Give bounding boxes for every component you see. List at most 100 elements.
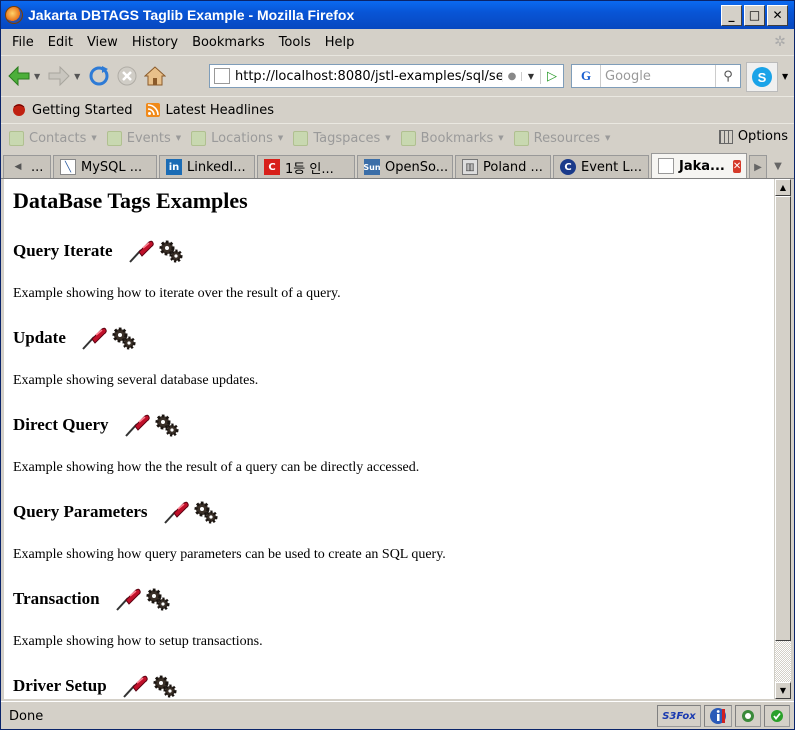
navigation-toolbar: ▼ ▼ http://localhost:8080/jstl-examples/…: [1, 56, 794, 96]
chevron-down-icon: ▼: [175, 134, 182, 142]
scroll-thumb[interactable]: [775, 196, 791, 641]
tab-label: LinkedI...: [187, 159, 246, 175]
menu-help[interactable]: Help: [318, 35, 362, 50]
back-history-dropdown[interactable]: ▼: [34, 72, 40, 81]
tab-poland[interactable]: ▥ Poland ...: [455, 155, 551, 178]
url-text[interactable]: http://localhost:8080/jstl-examples/sql/…: [235, 69, 502, 84]
url-dropdown-icon[interactable]: ▼: [521, 71, 540, 81]
info-icon[interactable]: [704, 705, 732, 727]
search-icon[interactable]: ⚲: [715, 65, 740, 87]
vertical-scrollbar[interactable]: ▲ ▼: [774, 179, 791, 699]
bookmark-getting-started[interactable]: Getting Started: [11, 102, 133, 118]
events-icon: [106, 130, 122, 146]
screwdriver-icon[interactable]: [80, 324, 108, 352]
tab-mysql[interactable]: ╲ MySQL ...: [53, 155, 157, 178]
page-icon: [214, 68, 230, 84]
skype-dropdown-icon[interactable]: ▼: [782, 72, 788, 81]
browser-window: Jakarta DBTAGS Taglib Example - Mozilla …: [0, 0, 795, 730]
menu-tools[interactable]: Tools: [272, 35, 318, 50]
addon-locations[interactable]: Locations ▼: [191, 130, 283, 146]
chevron-down-icon: ▼: [91, 134, 97, 142]
forward-button[interactable]: [46, 63, 72, 89]
bookmark-label: Latest Headlines: [165, 102, 275, 118]
addon-contacts[interactable]: Contacts ▼: [9, 130, 97, 146]
menu-edit[interactable]: Edit: [41, 35, 80, 50]
menu-file[interactable]: File: [6, 35, 41, 50]
scroll-left-icon: ◀: [14, 162, 22, 172]
tab-strip: ◀ ... ╲ MySQL ... in LinkedI... C 1등 인..…: [1, 152, 794, 179]
section-title: Transaction: [13, 589, 100, 608]
gears-icon[interactable]: [157, 238, 183, 264]
go-button[interactable]: ▷: [540, 68, 563, 84]
skype-button[interactable]: S: [746, 62, 778, 92]
gears-icon[interactable]: [144, 586, 170, 612]
section-desc: Example showing how to setup transaction…: [13, 634, 263, 649]
tab-event[interactable]: C Event L...: [553, 155, 649, 178]
section-direct-query: Direct Query: [13, 411, 179, 439]
menu-history[interactable]: History: [125, 35, 185, 50]
search-engine-icon[interactable]: G: [572, 65, 601, 87]
firefox-icon: [5, 6, 23, 24]
s3fox-icon[interactable]: S3Fox: [657, 705, 701, 727]
maximize-button[interactable]: □: [744, 4, 765, 26]
gears-icon[interactable]: [110, 325, 136, 351]
gears-icon[interactable]: [153, 412, 179, 438]
tab-opensource[interactable]: Sun OpenSo...: [357, 155, 453, 178]
menu-bar: File Edit View History Bookmarks Tools H…: [1, 29, 794, 56]
tab-korean[interactable]: C 1등 인...: [257, 155, 355, 178]
tab-jakarta[interactable]: Jaka... ✕: [651, 153, 747, 178]
addon-events[interactable]: Events ▼: [106, 130, 182, 146]
addon-toolbar: Contacts ▼ Events ▼ Locations ▼ Tagspaces ▼ …: [1, 123, 794, 152]
menu-bookmarks[interactable]: Bookmarks: [185, 35, 272, 50]
forward-history-dropdown[interactable]: ▼: [74, 72, 80, 81]
search-box[interactable]: G Google ⚲: [571, 64, 741, 88]
addon-label: Events: [126, 130, 171, 146]
close-button[interactable]: ✕: [767, 4, 788, 26]
page-title: DataBase Tags Examples: [13, 188, 248, 213]
screwdriver-icon[interactable]: [114, 585, 142, 613]
tab-linkedin[interactable]: in LinkedI...: [159, 155, 255, 178]
section-title: Driver Setup: [13, 676, 107, 695]
screwdriver-icon[interactable]: [123, 411, 151, 439]
tab-close-icon[interactable]: ✕: [732, 159, 742, 173]
skype-icon: S: [752, 67, 772, 87]
screwdriver-icon[interactable]: [127, 237, 155, 265]
status-text: Done: [9, 708, 44, 724]
bookmark-star-icon[interactable]: ●: [502, 70, 521, 82]
bookmark-label: Getting Started: [32, 102, 133, 118]
tagspaces-icon: [293, 130, 309, 146]
bookmark-latest-headlines[interactable]: Latest Headlines: [145, 102, 275, 118]
page-icon: [658, 158, 674, 174]
options-button[interactable]: Options: [718, 129, 788, 144]
options-label: Options: [737, 129, 788, 144]
address-bar[interactable]: http://localhost:8080/jstl-examples/sql/…: [209, 64, 564, 88]
scroll-down-button[interactable]: ▼: [775, 682, 791, 699]
section-query-iterate: Query Iterate: [13, 237, 183, 265]
addon-resources[interactable]: Resources ▼: [513, 130, 610, 146]
s3fox-label: S3Fox: [662, 710, 696, 722]
reload-button[interactable]: [86, 63, 112, 89]
addon-label: Bookmarks: [420, 130, 494, 146]
tab-scroll-right-button[interactable]: ▶: [749, 155, 767, 178]
network-icon[interactable]: [735, 705, 761, 727]
home-icon: [144, 66, 167, 86]
screwdriver-icon[interactable]: [162, 498, 190, 526]
screwdriver-icon[interactable]: [121, 672, 149, 699]
addon-tagspaces[interactable]: Tagspaces ▼: [293, 130, 391, 146]
check-icon[interactable]: [764, 705, 790, 727]
addon-bookmarks[interactable]: Bookmarks ▼: [400, 130, 504, 146]
menu-view[interactable]: View: [80, 35, 125, 50]
search-input[interactable]: Google: [601, 69, 715, 84]
scroll-up-button[interactable]: ▲: [775, 179, 791, 196]
stop-button[interactable]: [114, 63, 140, 89]
tab-list-dropdown-icon[interactable]: ▼: [769, 155, 787, 178]
tab-label: OpenSo...: [385, 159, 449, 175]
gears-icon[interactable]: [151, 673, 177, 699]
minimize-button[interactable]: _: [721, 4, 742, 26]
tab-0[interactable]: ◀ ...: [3, 155, 51, 178]
gears-icon[interactable]: [192, 499, 218, 525]
home-button[interactable]: [142, 63, 168, 89]
linkedin-icon: in: [166, 159, 182, 175]
back-button[interactable]: [6, 63, 32, 89]
scroll-track[interactable]: [775, 641, 791, 682]
